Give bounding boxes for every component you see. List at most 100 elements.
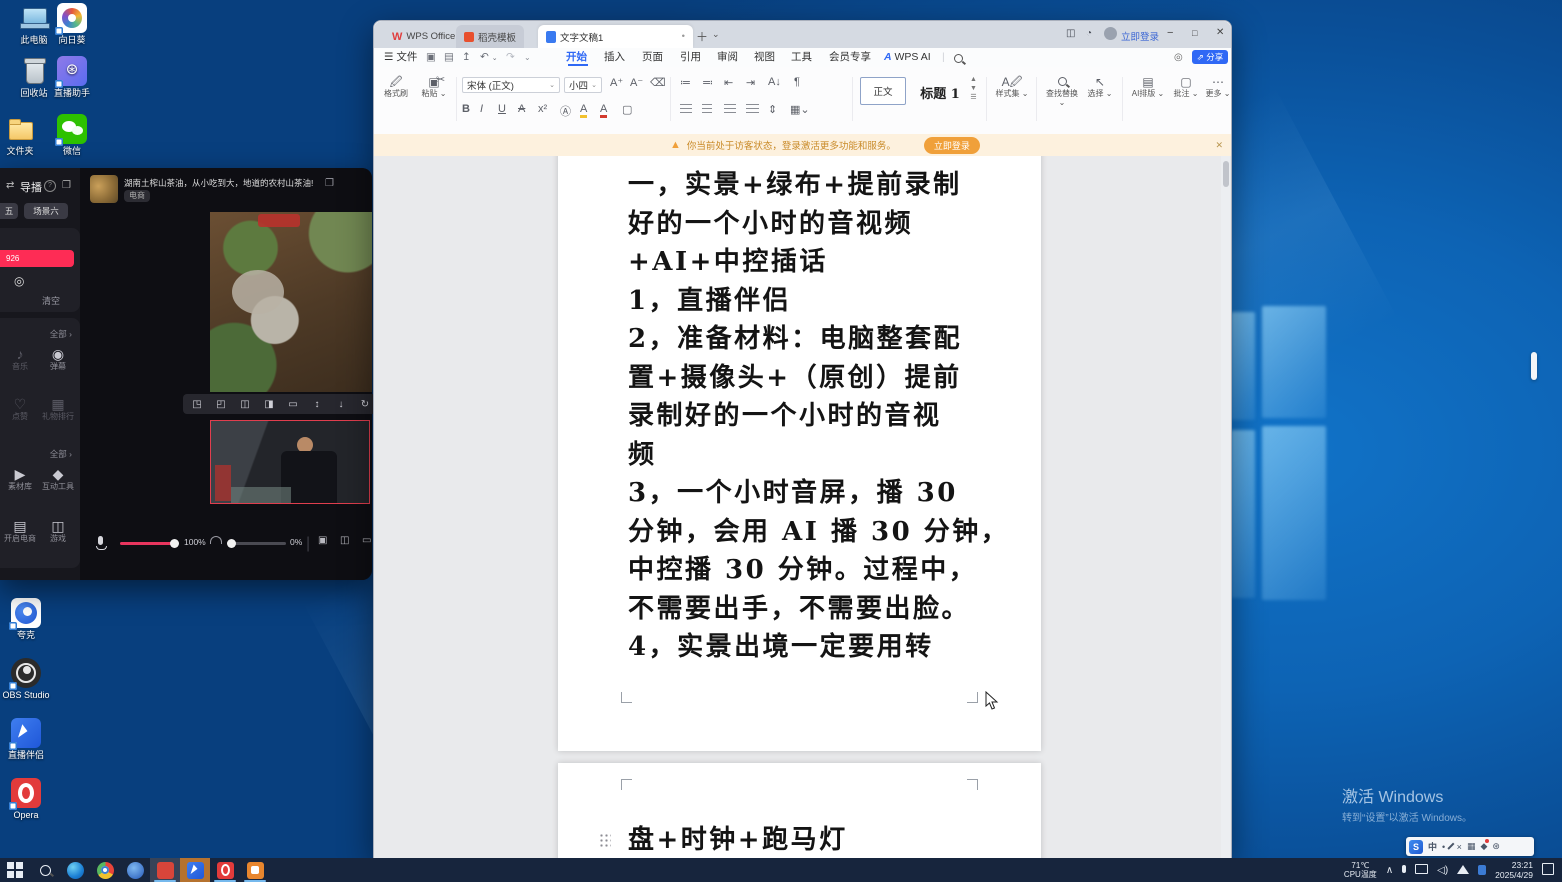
tray-mic-icon[interactable] (1402, 865, 1406, 875)
select-button[interactable]: ↖ 选择 ⌄ (1080, 75, 1120, 98)
char-border-button[interactable]: ▢ (622, 103, 632, 116)
export-icon[interactable]: ↥ (462, 50, 471, 65)
flip-vertical-icon[interactable]: ↕ (305, 399, 329, 410)
cpu-temp-widget[interactable]: 71℃ CPU温度 (1344, 861, 1377, 879)
menu-page[interactable]: 页面 (642, 50, 663, 65)
tab-list-button[interactable]: ⌄ (712, 29, 720, 40)
tools-more-link[interactable]: 全部 › (50, 328, 72, 340)
desktop-icon-live-helper-setup[interactable]: ⊛ 直播助手 (46, 56, 98, 98)
tray-network-icon[interactable] (1457, 865, 1469, 876)
font-name-select[interactable]: 宋体 (正文)⌄ (462, 77, 560, 93)
clear-format-icon[interactable]: ⌫ (650, 76, 666, 89)
vertical-scrollbar[interactable] (1221, 156, 1230, 861)
strikethrough-button[interactable]: A (518, 103, 525, 115)
paste-button[interactable]: ▣ 粘贴 ⌄ (414, 75, 454, 98)
eye-protect-icon[interactable]: ◎ (1174, 50, 1183, 65)
search-icon[interactable] (954, 53, 963, 68)
outdent-icon[interactable]: ⇤ (724, 76, 733, 89)
indent-icon[interactable]: ⇥ (746, 76, 755, 89)
tool-danmaku[interactable]: ◉ 弹幕 (38, 346, 78, 372)
microphone-icon[interactable] (98, 536, 103, 545)
menu-review[interactable]: 审阅 (717, 50, 738, 65)
highlight-color-button[interactable]: A (580, 103, 587, 118)
superscript-button[interactable]: x² (538, 103, 547, 115)
tools-more-link2[interactable]: 全部 › (50, 448, 72, 460)
find-replace-button[interactable]: 查找替换 ⌄ (1042, 75, 1082, 107)
display-settings-icon[interactable]: ▭ (362, 535, 371, 546)
taskbar-browser-blue[interactable] (120, 858, 150, 882)
help-icon[interactable]: ? (44, 180, 56, 192)
ime-mode-chinese[interactable]: 中 (1428, 840, 1437, 853)
number-list-icon[interactable]: ≕ (702, 76, 713, 89)
align-center-icon[interactable] (702, 104, 712, 116)
tray-app-badge-icon[interactable] (1478, 865, 1486, 875)
mic-volume-knob[interactable] (170, 539, 179, 548)
ime-voice-icon[interactable]: • (1442, 842, 1445, 852)
font-size-select[interactable]: 小四⌄ (564, 77, 602, 93)
scene-active-banner[interactable]: 926 (0, 250, 74, 267)
tool-gift-rank[interactable]: ▦ 礼物排行 (38, 396, 78, 422)
expand-icon[interactable]: ❐ (62, 180, 71, 191)
monitor-volume-slider[interactable] (228, 542, 286, 545)
clear-button[interactable]: 清空 (42, 294, 60, 307)
taskbar-search-button[interactable] (30, 858, 60, 882)
swap-icon[interactable]: ⇄ (6, 180, 14, 191)
tool-ecommerce[interactable]: ▤ 开启电商 (0, 518, 40, 544)
scene-tab-6[interactable]: 场景六 (24, 203, 68, 219)
menu-home[interactable]: 开始 (566, 50, 587, 65)
taskbar-orange-app[interactable] (240, 858, 270, 882)
justify-icon[interactable] (746, 104, 759, 116)
wps-home-tab[interactable]: W WPS Office (384, 25, 463, 48)
share-button[interactable]: ⇗ 分享 (1192, 50, 1228, 64)
menu-insert[interactable]: 插入 (604, 50, 625, 65)
sort-icon[interactable]: A↓ (768, 76, 781, 88)
bullet-list-icon[interactable]: ≔ (680, 76, 691, 89)
mic-volume-slider[interactable] (120, 542, 176, 545)
redo-icon[interactable]: ↷ (506, 50, 515, 65)
menu-tools[interactable]: 工具 (791, 50, 812, 65)
target-icon[interactable]: ◎ (14, 274, 24, 288)
clock-widget[interactable]: 23:21 2025/4/29 (1495, 860, 1533, 880)
duplicate-icon[interactable]: ◫ (233, 399, 257, 410)
scrollbar-thumb[interactable] (1223, 161, 1229, 187)
char-shading-button[interactable]: Ⓐ (560, 103, 571, 119)
desktop-icon-opera[interactable]: Opera (0, 778, 52, 820)
print-icon[interactable]: ▤ (444, 50, 454, 65)
file-menu[interactable]: ☰ 文件 (384, 50, 417, 65)
tool-game[interactable]: ◫ 游戏 (38, 518, 78, 544)
minimize-button[interactable]: − (1167, 27, 1173, 39)
docer-tab[interactable]: 稻壳模板 (456, 25, 524, 48)
ai-layout-button[interactable]: ▤ AI排版 ⌄ (1128, 75, 1168, 98)
tray-display-icon[interactable] (1415, 864, 1428, 876)
desktop-icon-quark[interactable]: 夸克 (0, 598, 52, 640)
scene-tab-5[interactable]: 五 (0, 203, 18, 219)
video-preview-main[interactable] (210, 212, 372, 392)
tool-media-library[interactable]: ▶ 素材库 (0, 466, 40, 492)
fullscreen-icon[interactable]: ◳ (185, 399, 209, 410)
ime-settings-icon[interactable]: ⊛ (1492, 841, 1500, 852)
taskbar-opera[interactable] (210, 858, 240, 882)
styleset-button[interactable]: A🖉 样式集 ⌄ (992, 75, 1032, 98)
font-color-button[interactable]: A (600, 103, 607, 118)
tool-music[interactable]: ♪ 音乐 (0, 346, 40, 372)
monitor-headphone-icon[interactable] (210, 536, 222, 544)
style-gallery-scroll[interactable]: ▲▼☰ (970, 75, 977, 102)
more-tools-button[interactable]: ⋯ 更多 ⌄ (1198, 75, 1238, 98)
desktop-icon-folder[interactable]: 文件夹 (0, 114, 46, 156)
undo-icon[interactable]: ↶ ⌄ (480, 50, 498, 65)
notice-close-icon[interactable]: ✕ (1215, 140, 1223, 151)
paragraph-drag-handle[interactable] (599, 833, 611, 849)
desktop-icon-live-companion[interactable]: 直播伴侣 (0, 718, 52, 760)
decrease-font-icon[interactable]: A⁻ (630, 76, 643, 89)
taskbar-red-app[interactable] (150, 858, 180, 882)
style-normal[interactable]: 正文 (860, 77, 906, 105)
desktop-icon-sunflower[interactable]: 向日葵 (46, 3, 98, 45)
italic-button[interactable]: I (480, 103, 483, 115)
layout-switch-icon[interactable]: ◫ (1066, 28, 1075, 39)
fit-grid-icon[interactable]: ◰ (209, 399, 233, 410)
document-page-1[interactable]: 一，实景+绿布+提前录制 好的一个小时的音视频 +AI+中控插话 1，直播伴侣 … (558, 156, 1041, 751)
ime-logo-icon[interactable]: S (1409, 840, 1423, 854)
close-button[interactable]: ✕ (1216, 27, 1224, 38)
monitor-volume-knob[interactable] (227, 539, 236, 548)
send-back-icon[interactable]: ↓ (329, 399, 353, 410)
